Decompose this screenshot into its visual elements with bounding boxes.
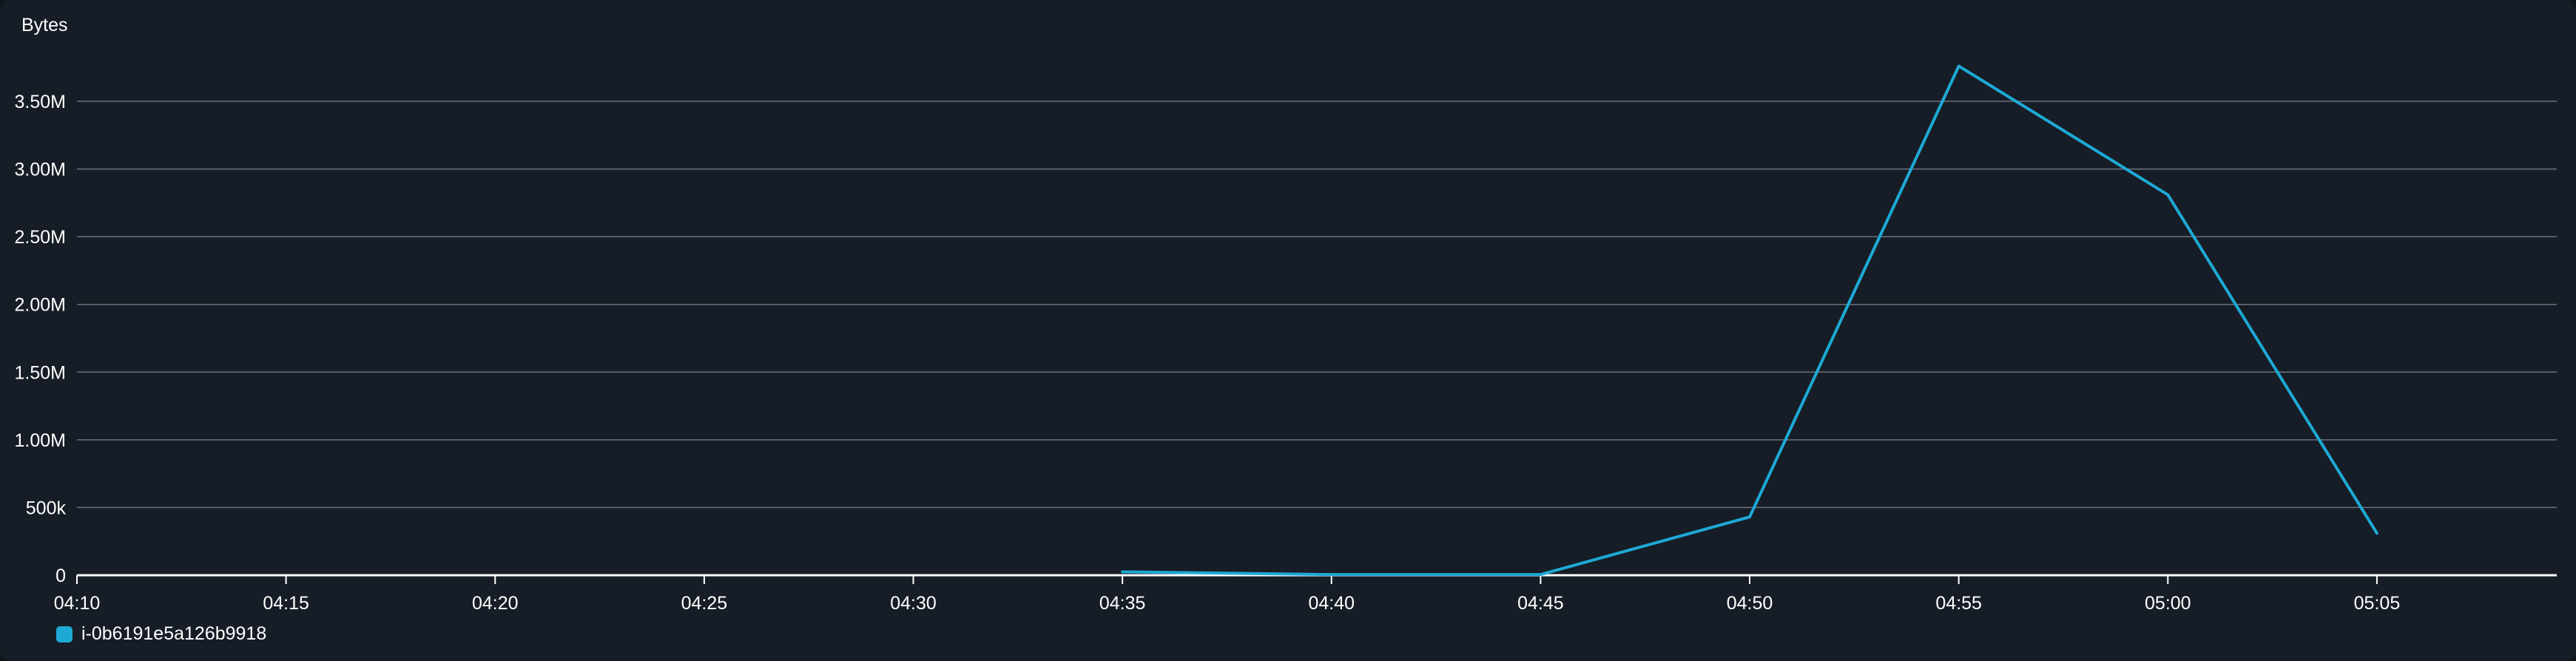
- x-tick-label: 05:00: [2145, 593, 2191, 614]
- legend-swatch-icon: [56, 626, 73, 643]
- x-tick-label: 04:20: [472, 593, 519, 614]
- y-tick-label: 1.50M: [15, 362, 66, 383]
- y-tick-label: 3.00M: [15, 160, 66, 180]
- x-tick-label: 04:35: [1099, 593, 1146, 614]
- x-tick-label: 04:30: [890, 593, 937, 614]
- x-tick-label: 04:50: [1727, 593, 1773, 614]
- y-tick-label: 2.50M: [15, 227, 66, 248]
- y-tick-label: 3.50M: [15, 92, 66, 112]
- x-tick-label: 04:40: [1309, 593, 1355, 614]
- x-tick-label: 04:10: [54, 593, 101, 614]
- legend-series-label: i-0b6191e5a126b9918: [81, 623, 267, 644]
- legend[interactable]: i-0b6191e5a126b9918: [56, 623, 266, 645]
- x-tick-label: 04:25: [681, 593, 728, 614]
- y-tick-label: 0: [55, 566, 66, 586]
- chart-panel: Bytes 0 500k 1.00M 1.50M 2.00M 2.50M 3.00M 3.50…: [0, 0, 2576, 661]
- series-line: [1121, 64, 2378, 577]
- y-tick-label: 2.00M: [15, 295, 66, 316]
- x-tick-label: 05:05: [2354, 593, 2401, 614]
- line-chart: 0 500k 1.00M 1.50M 2.00M 2.50M 3.00M 3.50M 04:10…: [15, 64, 2557, 614]
- y-tick-label: 500k: [26, 498, 67, 518]
- x-tick-label: 04:45: [1517, 593, 1564, 614]
- y-tick-label: 1.00M: [15, 430, 66, 451]
- x-tick-label: 04:15: [263, 593, 309, 614]
- x-tick-label: 04:55: [1935, 593, 1982, 614]
